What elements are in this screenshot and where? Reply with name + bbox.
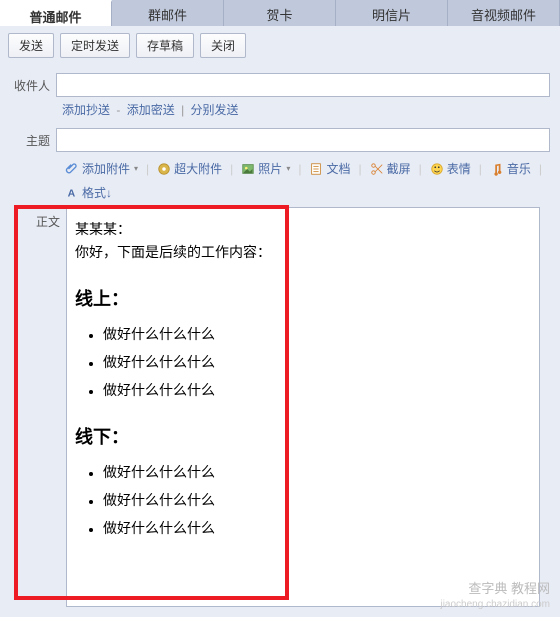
photo-icon <box>241 162 255 176</box>
add-cc-link[interactable]: 添加抄送 <box>62 103 110 117</box>
emoji-button[interactable]: 表情 <box>427 158 474 179</box>
list-item: 做好什么什么什么 <box>103 491 531 512</box>
smile-icon <box>430 162 444 176</box>
tab-postcard[interactable]: 明信片 <box>336 0 448 26</box>
tab-av-mail[interactable]: 音视频邮件 <box>448 0 560 26</box>
photo-button[interactable]: 照片 ▾ <box>238 158 293 179</box>
link-separator: - <box>116 103 120 117</box>
list-item: 做好什么什么什么 <box>103 353 531 374</box>
music-note-icon <box>490 162 504 176</box>
send-button[interactable]: 发送 <box>8 33 54 58</box>
subject-input[interactable] <box>56 128 550 152</box>
link-separator: | <box>181 103 184 117</box>
format-label: 格式↓ <box>82 184 112 201</box>
section-online-title: 线上： <box>75 286 531 313</box>
photo-label: 照片 <box>258 160 282 177</box>
svg-text:A: A <box>68 187 76 199</box>
large-attachment-button[interactable]: 超大附件 <box>154 158 225 179</box>
large-attachment-label: 超大附件 <box>174 160 222 177</box>
close-button[interactable]: 关闭 <box>200 33 246 58</box>
screenshot-label: 截屏 <box>387 160 411 177</box>
body-editor[interactable]: 某某某： 你好，下面是后续的工作内容： 线上： 做好什么什么什么 做好什么什么什… <box>66 207 540 607</box>
tab-greeting-card[interactable]: 贺卡 <box>224 0 336 26</box>
add-attachment-label: 添加附件 <box>82 160 130 177</box>
chevron-down-icon: ▾ <box>286 164 290 173</box>
list-item: 做好什么什么什么 <box>103 381 531 402</box>
document-label: 文档 <box>326 160 350 177</box>
section-offline-list: 做好什么什么什么 做好什么什么什么 做好什么什么什么 <box>103 463 531 540</box>
screenshot-button[interactable]: 截屏 <box>367 158 414 179</box>
recipient-input[interactable] <box>56 73 550 97</box>
tab-group-mail[interactable]: 群邮件 <box>112 0 224 26</box>
document-button[interactable]: 文档 <box>306 158 353 179</box>
watermark-line2: jiaocheng.chazidian.com <box>440 598 550 611</box>
music-label: 音乐 <box>507 160 531 177</box>
list-item: 做好什么什么什么 <box>103 325 531 346</box>
greeting-text: 你好，下面是后续的工作内容： <box>75 243 531 264</box>
recipient-label: 收件人 <box>10 77 56 94</box>
tab-normal-mail[interactable]: 普通邮件 <box>0 0 112 26</box>
section-online-list: 做好什么什么什么 做好什么什么什么 做好什么什么什么 <box>103 325 531 402</box>
document-icon <box>309 162 323 176</box>
compose-form: 收件人 添加抄送 - 添加密送 | 分别发送 主题 添加附件 ▾ | 超大附件 … <box>0 65 560 607</box>
text-format-icon: A <box>65 186 79 200</box>
mail-type-tabs: 普通邮件 群邮件 贺卡 明信片 音视频邮件 <box>0 0 560 26</box>
list-item: 做好什么什么什么 <box>103 463 531 484</box>
list-item: 做好什么什么什么 <box>103 519 531 540</box>
timed-send-button[interactable]: 定时发送 <box>60 33 130 58</box>
add-bcc-link[interactable]: 添加密送 <box>127 103 175 117</box>
watermark: 查字典 教程网 jiaocheng.chazidian.com <box>440 581 550 611</box>
save-draft-button[interactable]: 存草稿 <box>136 33 194 58</box>
section-offline-title: 线下： <box>75 424 531 451</box>
paperclip-icon <box>65 162 79 176</box>
format-button[interactable]: A 格式↓ <box>62 182 115 203</box>
body-label: 正文 <box>20 207 66 607</box>
action-button-bar: 发送 定时发送 存草稿 关闭 <box>0 26 560 65</box>
subject-label: 主题 <box>10 132 56 149</box>
disk-icon <box>157 162 171 176</box>
add-attachment-button[interactable]: 添加附件 ▾ <box>62 158 141 179</box>
chevron-down-icon: ▾ <box>134 164 138 173</box>
compose-toolbar: 添加附件 ▾ | 超大附件 | 照片 ▾ | 文档 | 截屏 | 表情 | <box>62 158 550 203</box>
music-button[interactable]: 音乐 <box>487 158 534 179</box>
emoji-label: 表情 <box>447 160 471 177</box>
scissors-icon <box>370 162 384 176</box>
watermark-line1: 查字典 教程网 <box>440 581 550 598</box>
greeting-name: 某某某： <box>75 220 531 241</box>
send-separately-link[interactable]: 分别发送 <box>191 103 239 117</box>
